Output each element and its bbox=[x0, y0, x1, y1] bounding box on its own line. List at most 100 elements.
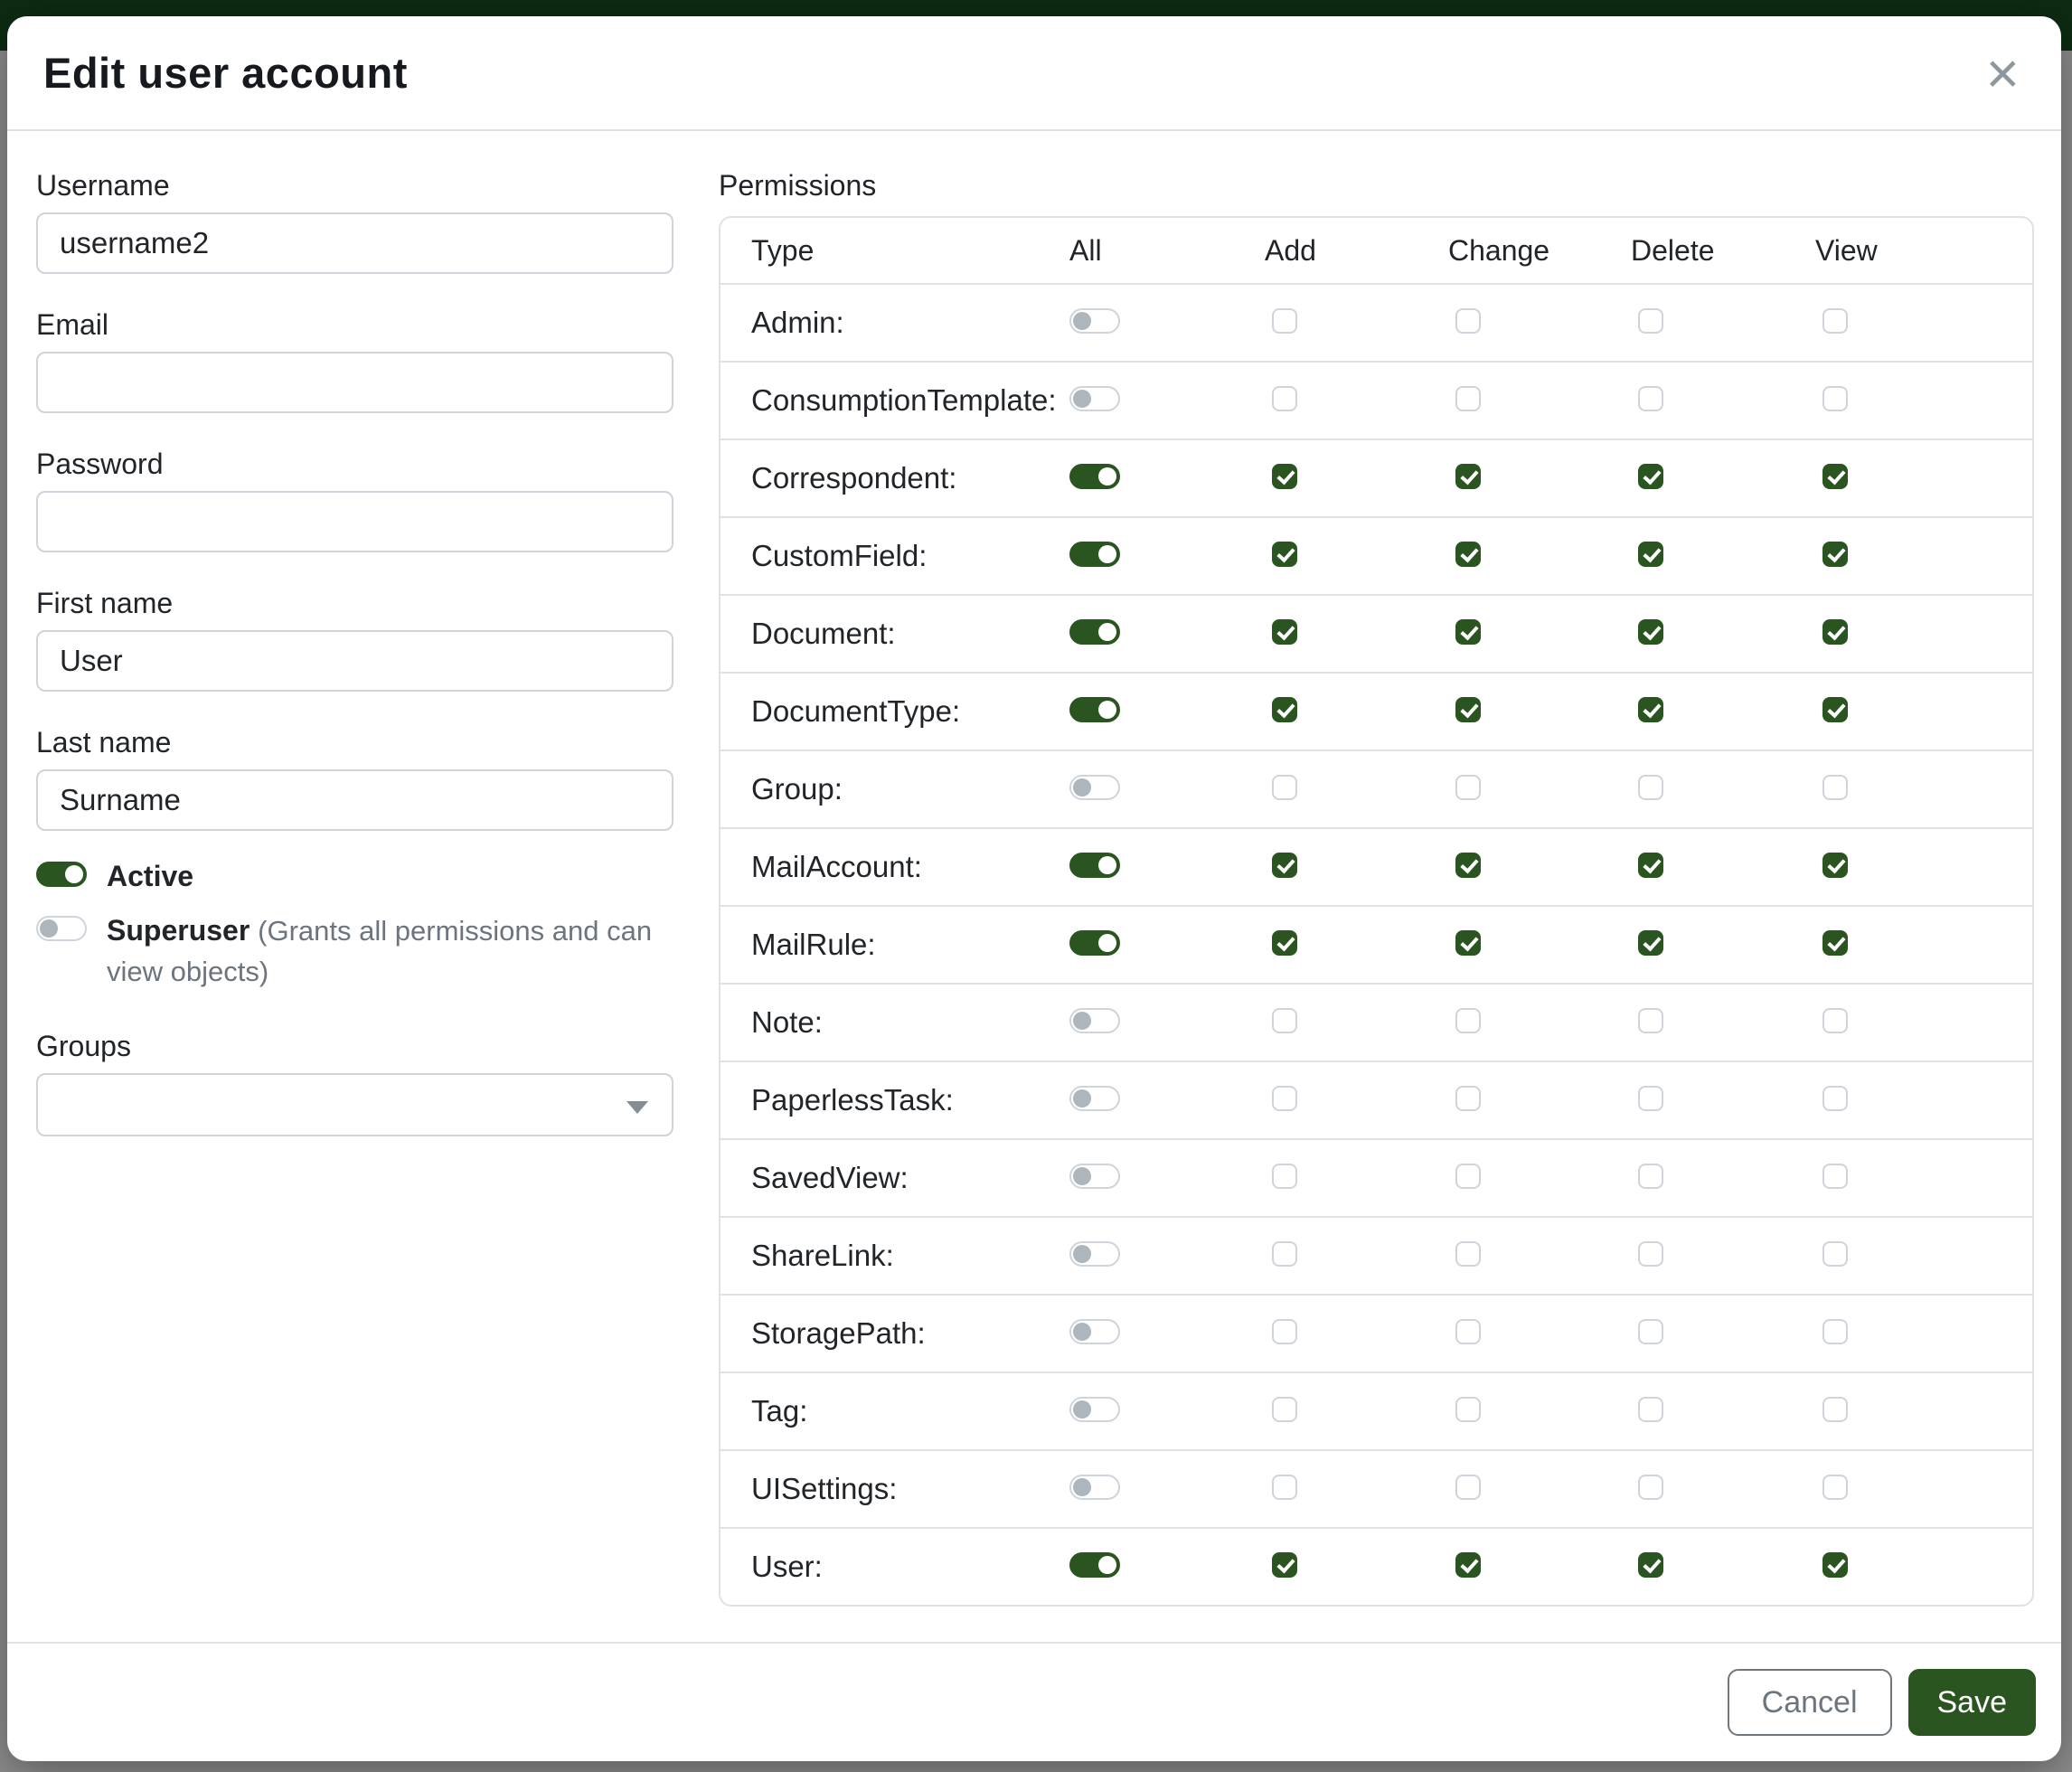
cancel-button[interactable]: Cancel bbox=[1728, 1669, 1892, 1736]
permission-view-checkbox[interactable] bbox=[1822, 853, 1848, 878]
permission-delete-checkbox[interactable] bbox=[1638, 930, 1663, 956]
permission-add-checkbox[interactable] bbox=[1272, 1008, 1297, 1033]
superuser-toggle[interactable] bbox=[36, 916, 87, 941]
permission-view-checkbox[interactable] bbox=[1822, 1086, 1848, 1111]
permission-all-toggle[interactable] bbox=[1069, 308, 1120, 334]
permission-delete-checkbox[interactable] bbox=[1638, 386, 1663, 411]
close-icon[interactable]: × bbox=[1977, 39, 2029, 108]
permission-delete-checkbox[interactable] bbox=[1638, 1397, 1663, 1422]
username-input[interactable] bbox=[36, 212, 673, 274]
permission-change-checkbox[interactable] bbox=[1455, 853, 1481, 878]
permission-all-toggle[interactable] bbox=[1069, 853, 1120, 878]
permission-view-checkbox[interactable] bbox=[1822, 386, 1848, 411]
permission-view-checkbox[interactable] bbox=[1822, 1397, 1848, 1422]
permission-change-checkbox[interactable] bbox=[1455, 308, 1481, 334]
permission-add-checkbox[interactable] bbox=[1272, 930, 1297, 956]
permission-view-checkbox[interactable] bbox=[1822, 1008, 1848, 1033]
permission-all-toggle[interactable] bbox=[1069, 619, 1120, 645]
permission-all-toggle[interactable] bbox=[1069, 1397, 1120, 1422]
permission-all-toggle[interactable] bbox=[1069, 775, 1120, 800]
permission-view-checkbox[interactable] bbox=[1822, 1552, 1848, 1578]
permission-delete-checkbox[interactable] bbox=[1638, 1008, 1663, 1033]
permission-delete-checkbox[interactable] bbox=[1638, 1319, 1663, 1344]
active-toggle[interactable] bbox=[36, 862, 87, 887]
permission-all-toggle[interactable] bbox=[1069, 1552, 1120, 1578]
permission-all-toggle[interactable] bbox=[1069, 930, 1120, 956]
permission-change-checkbox[interactable] bbox=[1455, 1086, 1481, 1111]
permission-change-checkbox[interactable] bbox=[1455, 1164, 1481, 1189]
permission-add-checkbox[interactable] bbox=[1272, 1086, 1297, 1111]
permission-add-checkbox[interactable] bbox=[1272, 697, 1297, 722]
permission-view-checkbox[interactable] bbox=[1822, 619, 1848, 645]
permission-view-checkbox[interactable] bbox=[1822, 1164, 1848, 1189]
permission-delete-checkbox[interactable] bbox=[1638, 542, 1663, 567]
permission-all-toggle[interactable] bbox=[1069, 1241, 1120, 1267]
permission-change-checkbox[interactable] bbox=[1455, 1319, 1481, 1344]
permission-add-checkbox[interactable] bbox=[1272, 1164, 1297, 1189]
permission-view-checkbox[interactable] bbox=[1822, 1241, 1848, 1267]
permission-delete-checkbox[interactable] bbox=[1638, 775, 1663, 800]
permission-change-checkbox[interactable] bbox=[1455, 1008, 1481, 1033]
permission-all-toggle[interactable] bbox=[1069, 1008, 1120, 1033]
permission-change-checkbox[interactable] bbox=[1455, 619, 1481, 645]
first-name-field[interactable] bbox=[36, 630, 673, 692]
permission-add-checkbox[interactable] bbox=[1272, 619, 1297, 645]
permission-delete-checkbox[interactable] bbox=[1638, 1552, 1663, 1578]
permission-view-checkbox[interactable] bbox=[1822, 697, 1848, 722]
permission-change-checkbox[interactable] bbox=[1455, 542, 1481, 567]
permission-delete-checkbox[interactable] bbox=[1638, 697, 1663, 722]
permission-delete-checkbox[interactable] bbox=[1638, 308, 1663, 334]
permission-add-checkbox[interactable] bbox=[1272, 853, 1297, 878]
permission-add-checkbox[interactable] bbox=[1272, 1475, 1297, 1500]
groups-select[interactable] bbox=[36, 1073, 673, 1136]
permission-view-checkbox[interactable] bbox=[1822, 542, 1848, 567]
permission-add-checkbox[interactable] bbox=[1272, 1397, 1297, 1422]
permission-add-checkbox[interactable] bbox=[1272, 775, 1297, 800]
permission-all-toggle[interactable] bbox=[1069, 1475, 1120, 1500]
last-name-field[interactable] bbox=[36, 769, 673, 831]
permission-all-toggle[interactable] bbox=[1069, 1319, 1120, 1344]
permission-view-checkbox[interactable] bbox=[1822, 930, 1848, 956]
permission-add-checkbox[interactable] bbox=[1272, 308, 1297, 334]
permission-all-toggle[interactable] bbox=[1069, 386, 1120, 411]
permission-add-checkbox[interactable] bbox=[1272, 1319, 1297, 1344]
permission-delete-checkbox[interactable] bbox=[1638, 464, 1663, 489]
permission-all-toggle[interactable] bbox=[1069, 542, 1120, 567]
permission-delete-checkbox[interactable] bbox=[1638, 853, 1663, 878]
permission-add-checkbox[interactable] bbox=[1272, 1241, 1297, 1267]
last-name-group: Last name bbox=[36, 724, 673, 831]
permission-change-checkbox[interactable] bbox=[1455, 386, 1481, 411]
permission-delete-checkbox[interactable] bbox=[1638, 1164, 1663, 1189]
permission-delete-checkbox[interactable] bbox=[1638, 1086, 1663, 1111]
save-button[interactable]: Save bbox=[1908, 1669, 2037, 1736]
permission-view-checkbox[interactable] bbox=[1822, 1319, 1848, 1344]
permission-change-checkbox[interactable] bbox=[1455, 697, 1481, 722]
permission-change-checkbox[interactable] bbox=[1455, 1397, 1481, 1422]
permission-add-checkbox[interactable] bbox=[1272, 1552, 1297, 1578]
permission-all-toggle[interactable] bbox=[1069, 464, 1120, 489]
permission-all-toggle[interactable] bbox=[1069, 697, 1120, 722]
permission-change-checkbox[interactable] bbox=[1455, 930, 1481, 956]
permission-view-checkbox[interactable] bbox=[1822, 775, 1848, 800]
permission-view-checkbox[interactable] bbox=[1822, 464, 1848, 489]
permission-delete-checkbox[interactable] bbox=[1638, 619, 1663, 645]
permission-add-checkbox[interactable] bbox=[1272, 386, 1297, 411]
permission-view-checkbox[interactable] bbox=[1822, 1475, 1848, 1500]
permission-delete-checkbox[interactable] bbox=[1638, 1241, 1663, 1267]
password-field[interactable] bbox=[36, 491, 673, 552]
permission-change-checkbox[interactable] bbox=[1455, 464, 1481, 489]
permission-change-checkbox[interactable] bbox=[1455, 775, 1481, 800]
permission-add-checkbox[interactable] bbox=[1272, 464, 1297, 489]
permission-all-toggle[interactable] bbox=[1069, 1164, 1120, 1189]
permission-add-checkbox[interactable] bbox=[1272, 542, 1297, 567]
superuser-label-wrap: Superuser (Grants all permissions and ca… bbox=[107, 910, 673, 992]
email-field[interactable] bbox=[36, 352, 673, 413]
permission-change-checkbox[interactable] bbox=[1455, 1552, 1481, 1578]
permission-all-toggle[interactable] bbox=[1069, 1086, 1120, 1111]
first-name-label: First name bbox=[36, 585, 673, 621]
permission-change-checkbox[interactable] bbox=[1455, 1241, 1481, 1267]
permission-change-checkbox[interactable] bbox=[1455, 1475, 1481, 1500]
table-row: CustomField: bbox=[720, 518, 2032, 596]
permission-view-checkbox[interactable] bbox=[1822, 308, 1848, 334]
permission-delete-checkbox[interactable] bbox=[1638, 1475, 1663, 1500]
